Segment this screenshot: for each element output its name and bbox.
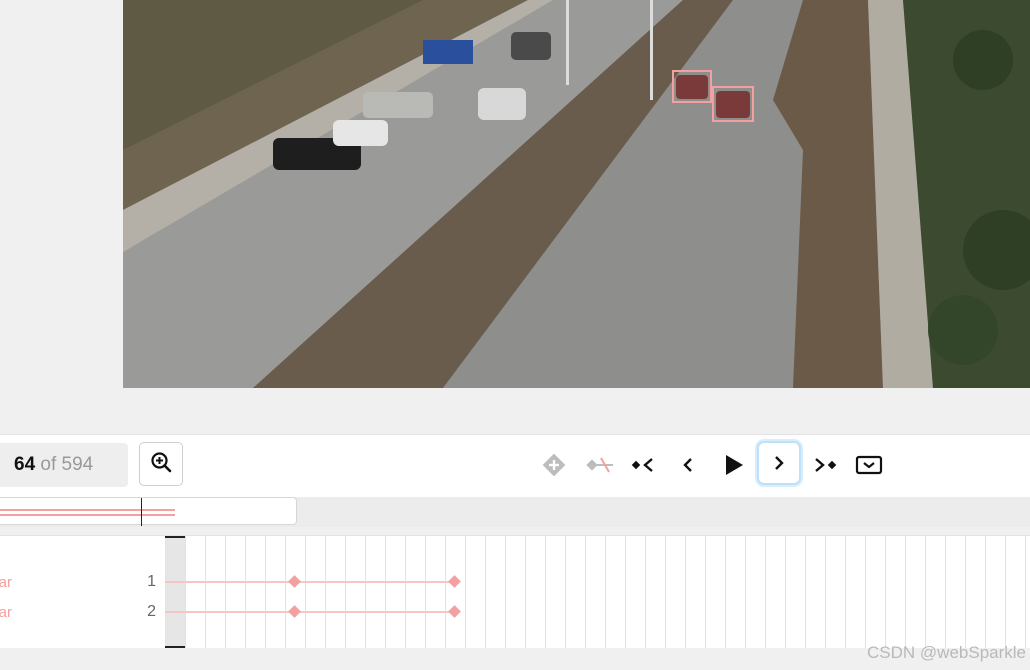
frame-gridline	[665, 536, 666, 648]
frame-gridline	[725, 536, 726, 648]
remove-keyframe-button[interactable]	[579, 443, 619, 487]
frame-gridline	[965, 536, 966, 648]
playhead-bottom	[165, 646, 185, 648]
frame-gridline	[925, 536, 926, 648]
frame-gridline	[785, 536, 786, 648]
play-button[interactable]	[714, 443, 754, 487]
frame-gridline	[265, 536, 266, 648]
frame-gridline	[245, 536, 246, 648]
frame-gridline	[325, 536, 326, 648]
zoom-button[interactable]	[139, 442, 183, 486]
timeline-grid	[185, 536, 1030, 648]
frame-gridline	[205, 536, 206, 648]
timeline-tracks[interactable]: ar 1 ar 2	[0, 535, 1030, 648]
frame-gridline	[685, 536, 686, 648]
frame-gridline	[805, 536, 806, 648]
add-keyframe-icon	[541, 452, 567, 478]
add-keyframe-button[interactable]	[534, 443, 574, 487]
frame-gridline	[545, 536, 546, 648]
frame-gridline	[605, 536, 606, 648]
annotation-box-2[interactable]	[712, 86, 754, 122]
frame-gridline	[845, 536, 846, 648]
frame-gridline	[945, 536, 946, 648]
frame-gridline	[865, 536, 866, 648]
frame-gridline	[185, 536, 186, 648]
remove-keyframe-icon	[583, 454, 615, 476]
current-frame: 64	[14, 454, 36, 475]
total-frames: of 594	[35, 454, 94, 475]
next-frame-icon	[769, 453, 789, 473]
video-scene	[123, 0, 1030, 388]
timeline-overview[interactable]	[0, 497, 1030, 527]
previous-keyframe-icon	[630, 455, 658, 475]
overview-playhead[interactable]	[141, 498, 142, 526]
frame-gridline	[585, 536, 586, 648]
frame-gridline	[505, 536, 506, 648]
frame-counter[interactable]: 64 of 594	[0, 443, 128, 487]
frame-gridline	[905, 536, 906, 648]
collapse-timeline-icon	[855, 454, 883, 476]
frame-gridline	[565, 536, 566, 648]
track-number-2: 2	[147, 603, 156, 620]
frame-gridline	[1005, 536, 1006, 648]
watermark: CSDN @webSparkle	[867, 643, 1026, 662]
previous-keyframe-button[interactable]	[624, 443, 664, 487]
frame-gridline	[705, 536, 706, 648]
frame-gridline	[485, 536, 486, 648]
frame-gridline	[745, 536, 746, 648]
track-line-2	[165, 611, 455, 613]
playhead-column[interactable]	[165, 536, 185, 648]
track-number-1: 1	[147, 573, 156, 590]
previous-frame-icon	[678, 455, 698, 475]
frame-gridline	[645, 536, 646, 648]
overview-track-1	[0, 509, 175, 511]
frame-gridline	[445, 536, 446, 648]
frame-gridline	[465, 536, 466, 648]
frame-gridline	[1025, 536, 1026, 648]
overview-track-2	[0, 514, 175, 516]
timeline-viewport[interactable]	[0, 497, 297, 526]
frame-gridline	[525, 536, 526, 648]
play-icon	[723, 453, 745, 477]
frame-gridline	[405, 536, 406, 648]
frame-gridline	[345, 536, 346, 648]
previous-frame-button[interactable]	[668, 443, 708, 487]
player-toolbar: 64 of 594	[0, 434, 1030, 498]
frame-gridline	[385, 536, 386, 648]
next-keyframe-icon	[810, 455, 838, 475]
frame-gridline	[365, 536, 366, 648]
frame-gridline	[985, 536, 986, 648]
frame-gridline	[225, 536, 226, 648]
next-frame-button[interactable]	[757, 441, 801, 485]
playhead-top	[165, 536, 185, 538]
track-label-2[interactable]: ar	[0, 604, 12, 621]
frame-gridline	[285, 536, 286, 648]
frame-gridline	[765, 536, 766, 648]
zoom-in-icon	[150, 451, 172, 478]
frame-gridline	[425, 536, 426, 648]
frame-gridline	[625, 536, 626, 648]
track-label-1[interactable]: ar	[0, 574, 12, 591]
toggle-timeline-button[interactable]	[849, 443, 889, 487]
annotation-box-1[interactable]	[672, 70, 712, 103]
frame-gridline	[885, 536, 886, 648]
frame-gridline	[305, 536, 306, 648]
frame-gridline	[825, 536, 826, 648]
video-frame[interactable]	[123, 0, 1030, 388]
next-keyframe-button[interactable]	[804, 443, 844, 487]
track-line-1	[165, 581, 455, 583]
